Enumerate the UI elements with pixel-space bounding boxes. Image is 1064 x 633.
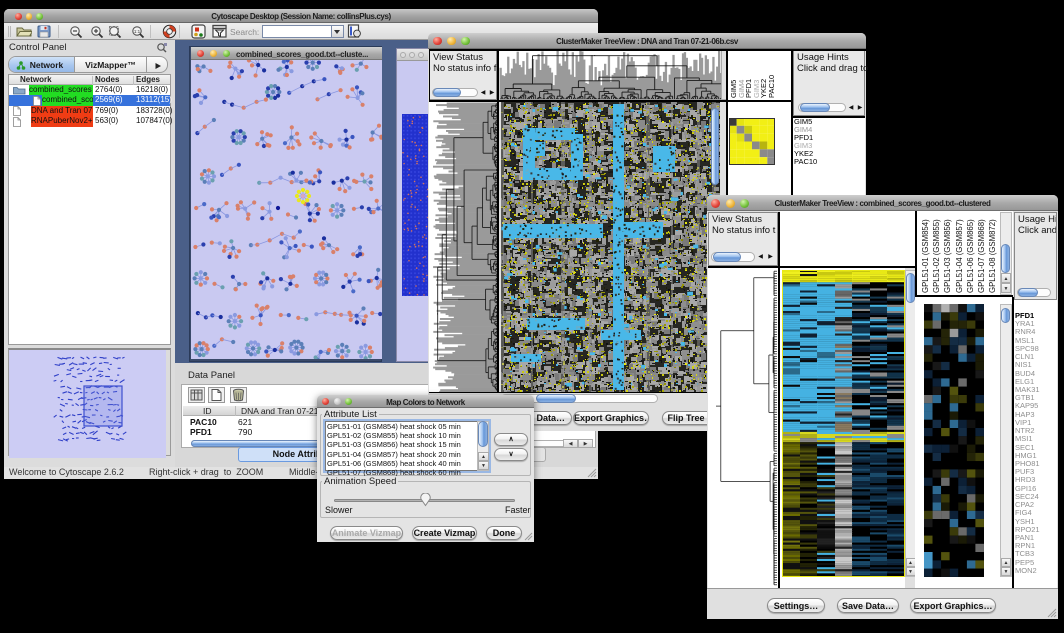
svg-text:1:1: 1:1: [134, 29, 141, 34]
